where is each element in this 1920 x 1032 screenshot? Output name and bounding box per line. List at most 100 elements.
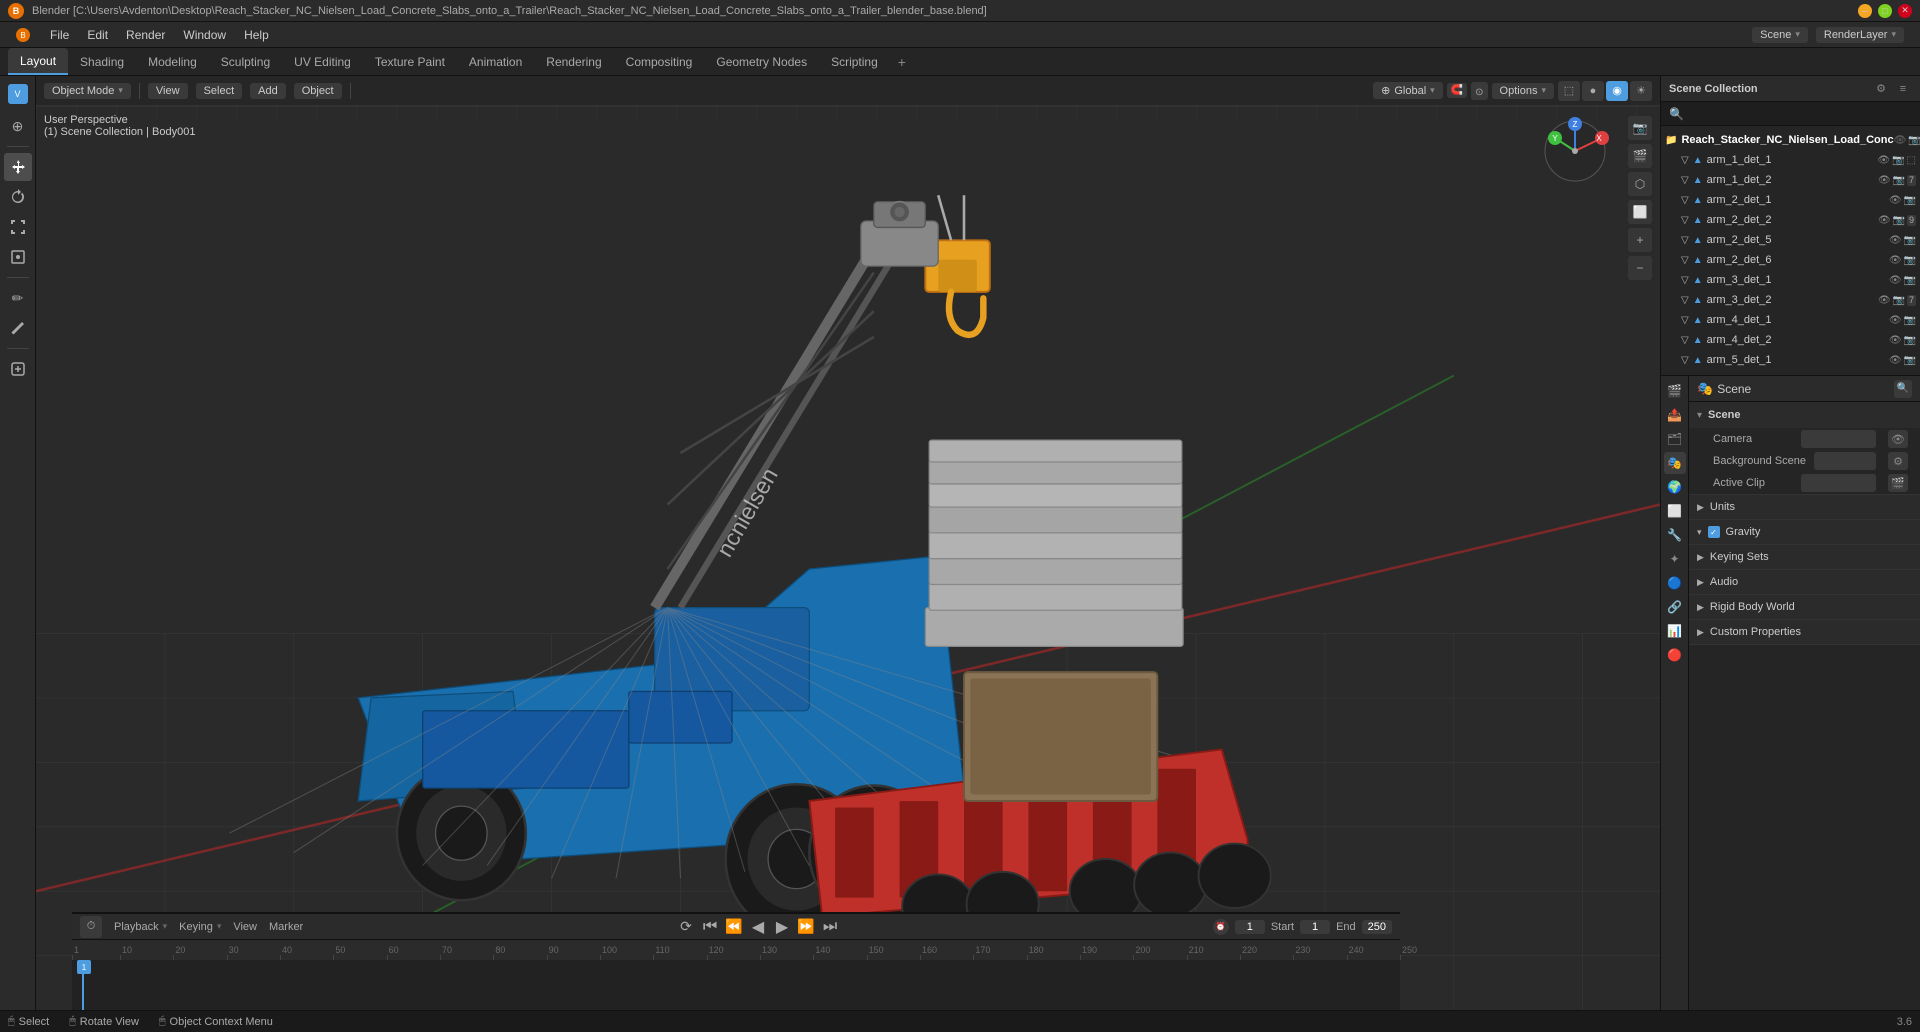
move-tool[interactable] — [4, 153, 32, 181]
prop-constraints-icon[interactable]: 🔗 — [1664, 596, 1686, 618]
item-cam-icon-4[interactable]: 📷 — [1893, 215, 1905, 226]
playback-loop-button[interactable]: ⟳ — [676, 917, 696, 937]
gravity-section-header[interactable]: ▾ ✓ Gravity — [1689, 520, 1920, 544]
wireframe-shading[interactable]: ⬚ — [1558, 81, 1580, 101]
global-transform-selector[interactable]: ⊕ Global ▾ — [1373, 82, 1443, 99]
prev-keyframe-button[interactable]: ⏪ — [724, 917, 744, 937]
select-menu[interactable]: Select — [196, 83, 243, 99]
next-keyframe-button[interactable]: ⏩ — [796, 917, 816, 937]
camera-view-button[interactable]: 📷 — [1628, 116, 1652, 140]
item-sel-icon-1[interactable]: ⬚ — [1907, 155, 1916, 166]
tab-animation[interactable]: Animation — [457, 48, 534, 75]
solid-shading[interactable]: ● — [1582, 81, 1604, 101]
tl-view-menu[interactable]: View — [233, 921, 257, 933]
prop-view-layer-icon[interactable]: 🗂 — [1664, 428, 1686, 450]
rotate-tool[interactable] — [4, 183, 32, 211]
prop-physics-icon[interactable]: 🔵 — [1664, 572, 1686, 594]
outliner-sort-button[interactable]: ≡ — [1894, 80, 1912, 98]
measure-tool[interactable] — [4, 314, 32, 342]
prop-material-icon[interactable]: 🔴 — [1664, 644, 1686, 666]
item-cam-icon-2[interactable]: 📷 — [1893, 175, 1905, 186]
tl-keying-menu[interactable]: Keying ▾ — [179, 921, 221, 933]
tab-scripting[interactable]: Scripting — [819, 48, 890, 75]
tree-item-collection-root[interactable]: 📁 Reach_Stacker_NC_Nielsen_Load_Conc 👁 📷 — [1661, 130, 1920, 150]
item-eye-icon-5[interactable]: 👁 — [1889, 235, 1902, 246]
tab-texture-paint[interactable]: Texture Paint — [363, 48, 457, 75]
tree-item-arm-2-det-6[interactable]: ▽ ▲ arm_2_det_6 👁 📷 — [1661, 250, 1920, 270]
prop-data-icon[interactable]: 📊 — [1664, 620, 1686, 642]
item-cam-icon-5[interactable]: 📷 — [1904, 235, 1916, 246]
tab-sculpting[interactable]: Sculpting — [209, 48, 282, 75]
close-button[interactable]: ✕ — [1898, 4, 1912, 18]
item-eye-icon-12[interactable]: 👁 — [1878, 375, 1891, 376]
item-eye-icon-1[interactable]: 👁 — [1877, 155, 1890, 166]
custom-props-header[interactable]: ▶ Custom Properties — [1689, 620, 1920, 644]
view-mode-button[interactable]: V — [4, 80, 32, 108]
prop-output-icon[interactable]: 📤 — [1664, 404, 1686, 426]
background-scene-icon[interactable]: ⚙ — [1888, 452, 1908, 470]
item-eye-icon-9[interactable]: 👁 — [1889, 315, 1902, 326]
current-frame-clock[interactable]: ⏰ — [1213, 919, 1229, 935]
tree-item-arm-4-det-2[interactable]: ▽ ▲ arm_4_det_2 👁 📷 — [1661, 330, 1920, 350]
tab-geometry-nodes[interactable]: Geometry Nodes — [704, 48, 819, 75]
object-menu[interactable]: Object — [294, 83, 342, 99]
prop-modifier-icon[interactable]: 🔧 — [1664, 524, 1686, 546]
start-frame-field[interactable]: 1 — [1300, 920, 1330, 934]
item-eye-icon-6[interactable]: 👁 — [1889, 255, 1902, 266]
menu-help[interactable]: Help — [236, 26, 277, 44]
item-cam-icon-1[interactable]: 📷 — [1892, 155, 1904, 166]
tl-marker-menu[interactable]: Marker — [269, 921, 303, 933]
tab-layout[interactable]: Layout — [8, 48, 68, 75]
menu-window[interactable]: Window — [175, 26, 234, 44]
play-reverse-button[interactable]: ◀ — [748, 917, 768, 937]
add-workspace-button[interactable]: + — [890, 50, 914, 74]
tree-item-arm-2-det-2[interactable]: ▽ ▲ arm_2_det_2 👁 📷 9 — [1661, 210, 1920, 230]
navigation-gizmo[interactable]: X Y Z — [1540, 116, 1610, 186]
add-menu[interactable]: Add — [250, 83, 286, 99]
tab-uv-editing[interactable]: UV Editing — [282, 48, 363, 75]
active-clip-icon[interactable]: 🎬 — [1888, 474, 1908, 492]
item-cam-icon-6[interactable]: 📷 — [1904, 255, 1916, 266]
jump-to-start-button[interactable]: ⏮ — [700, 917, 720, 937]
scene-viewport[interactable]: ncnielsen — [36, 106, 1660, 1032]
outliner-tree[interactable]: 📁 Reach_Stacker_NC_Nielsen_Load_Conc 👁 📷… — [1661, 126, 1920, 375]
item-cam-icon-8[interactable]: 📷 — [1893, 295, 1905, 306]
prop-render-icon[interactable]: 🎬 — [1664, 380, 1686, 402]
prop-object-icon[interactable]: ⬜ — [1664, 500, 1686, 522]
prop-particles-icon[interactable]: ✦ — [1664, 548, 1686, 570]
item-eye-icon-2[interactable]: 👁 — [1878, 175, 1891, 186]
tree-item-arm-1-det-1[interactable]: ▽ ▲ arm_1_det_1 👁 📷 ⬚ — [1661, 150, 1920, 170]
xray-button[interactable]: ⬜ — [1628, 200, 1652, 224]
active-clip-value[interactable] — [1801, 474, 1876, 492]
tree-item-arm-5-det-1[interactable]: ▽ ▲ arm_5_det_1 👁 📷 — [1661, 350, 1920, 370]
transform-tool[interactable] — [4, 243, 32, 271]
tab-shading[interactable]: Shading — [68, 48, 136, 75]
current-frame-field[interactable]: 1 — [1235, 920, 1265, 934]
tab-rendering[interactable]: Rendering — [534, 48, 613, 75]
zoom-out-button[interactable]: − — [1628, 256, 1652, 280]
material-shading[interactable]: ◉ — [1606, 81, 1628, 101]
item-cam-icon-7[interactable]: 📷 — [1904, 275, 1916, 286]
gravity-checkbox[interactable]: ✓ — [1708, 526, 1720, 538]
viewport-canvas[interactable]: ncnielsen User Perspective (1) Scene Col… — [36, 106, 1660, 1032]
view-menu[interactable]: View — [148, 83, 188, 99]
item-eye-icon-10[interactable]: 👁 — [1889, 335, 1902, 346]
menu-render[interactable]: Render — [118, 26, 173, 44]
add-primitive-tool[interactable] — [4, 355, 32, 383]
play-button[interactable]: ▶ — [772, 917, 792, 937]
timeline-scrubber[interactable]: 1102030405060708090100110120130140150160… — [72, 940, 1400, 1010]
menu-edit[interactable]: Edit — [79, 26, 116, 44]
eye-icon[interactable]: 👁 — [1894, 135, 1907, 146]
rendered-shading[interactable]: ☀ — [1630, 81, 1652, 101]
options-button[interactable]: Options ▾ — [1492, 83, 1554, 99]
menu-file[interactable]: File — [42, 26, 77, 44]
item-eye-icon-11[interactable]: 👁 — [1889, 355, 1902, 366]
outliner-filter-button[interactable]: ⚙ — [1872, 80, 1890, 98]
object-mode-selector[interactable]: Object Mode ▾ — [44, 83, 131, 99]
render-layer-selector[interactable]: RenderLayer ▾ — [1816, 27, 1904, 43]
jump-to-end-button[interactable]: ⏭ — [820, 917, 840, 937]
rigid-body-header[interactable]: ▶ Rigid Body World — [1689, 595, 1920, 619]
tab-compositing[interactable]: Compositing — [614, 48, 705, 75]
render-button[interactable]: 🎬 — [1628, 144, 1652, 168]
tree-item-arm-5-det-2[interactable]: ▽ ▲ arm_5_det_2 👁 📷 9 — [1661, 370, 1920, 375]
